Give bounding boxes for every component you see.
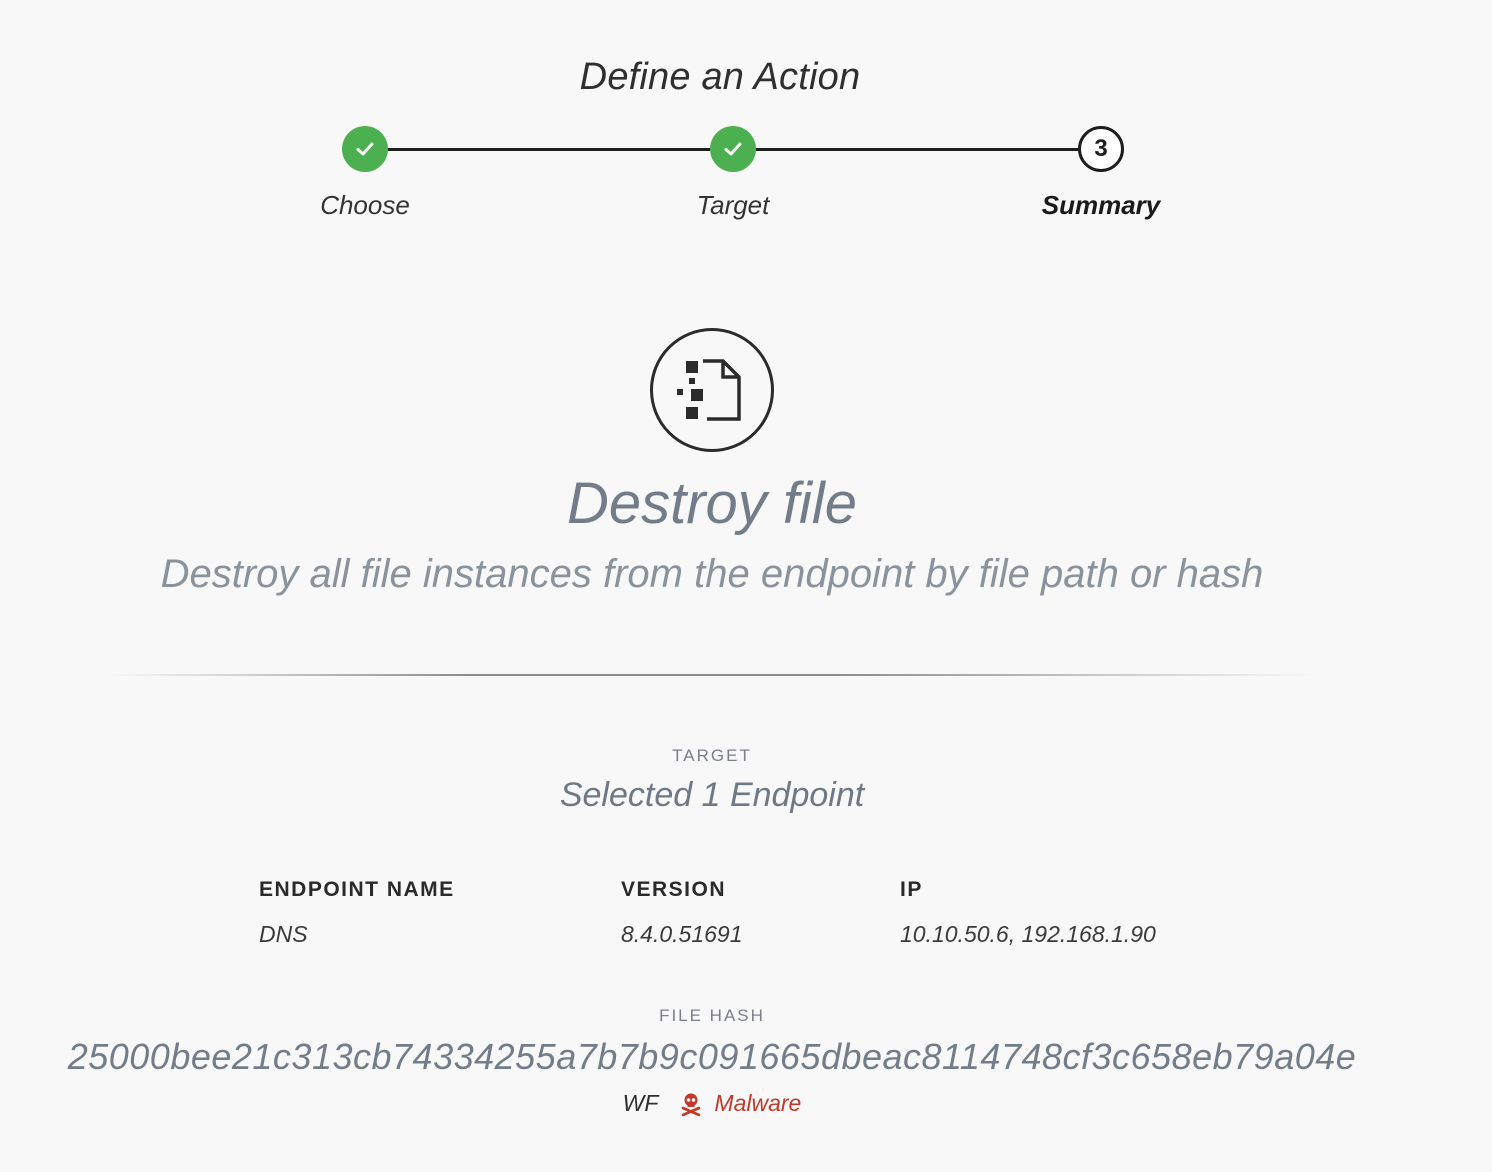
skull-crossbones-icon xyxy=(682,1093,701,1116)
endpoint-version-value: 8.4.0.51691 xyxy=(621,921,743,947)
wizard-stepper: 3 Choose Target Summary xyxy=(0,0,1492,240)
target-value: Selected 1 Endpoint xyxy=(559,776,865,814)
check-icon xyxy=(724,142,742,156)
verdict-label: Malware xyxy=(714,1090,802,1116)
section-divider xyxy=(110,674,1314,676)
check-icon xyxy=(356,142,374,156)
file-hash-value: 25000bee21c313cb74334255a7b7b9c091665dbe… xyxy=(67,1036,1357,1077)
column-header-ip: IP xyxy=(900,878,923,901)
destroy-file-icon xyxy=(650,328,774,452)
verdict-row: WF Malware xyxy=(0,1090,1424,1117)
step-label-target[interactable]: Target xyxy=(633,190,833,221)
file-hash-label: FILE HASH xyxy=(659,1006,765,1025)
column-header-endpoint-name: ENDPOINT NAME xyxy=(259,878,455,901)
verdict-source: WF xyxy=(622,1090,659,1116)
step-choose-indicator[interactable] xyxy=(342,126,388,172)
action-title: Destroy file xyxy=(566,471,858,536)
step-summary-indicator: 3 xyxy=(1078,126,1124,172)
step-number: 3 xyxy=(1094,135,1108,162)
endpoint-name-value: DNS xyxy=(259,921,308,947)
step-label-choose[interactable]: Choose xyxy=(265,190,465,221)
column-header-version: VERSION xyxy=(621,878,727,901)
target-label: TARGET xyxy=(672,746,752,765)
action-description: Destroy all file instances from the endp… xyxy=(160,552,1264,596)
step-label-summary: Summary xyxy=(1041,190,1161,220)
step-connector xyxy=(388,148,710,151)
step-connector xyxy=(756,148,1078,151)
endpoint-ip-value: 10.10.50.6, 192.168.1.90 xyxy=(900,921,1156,947)
step-target-indicator[interactable] xyxy=(710,126,756,172)
